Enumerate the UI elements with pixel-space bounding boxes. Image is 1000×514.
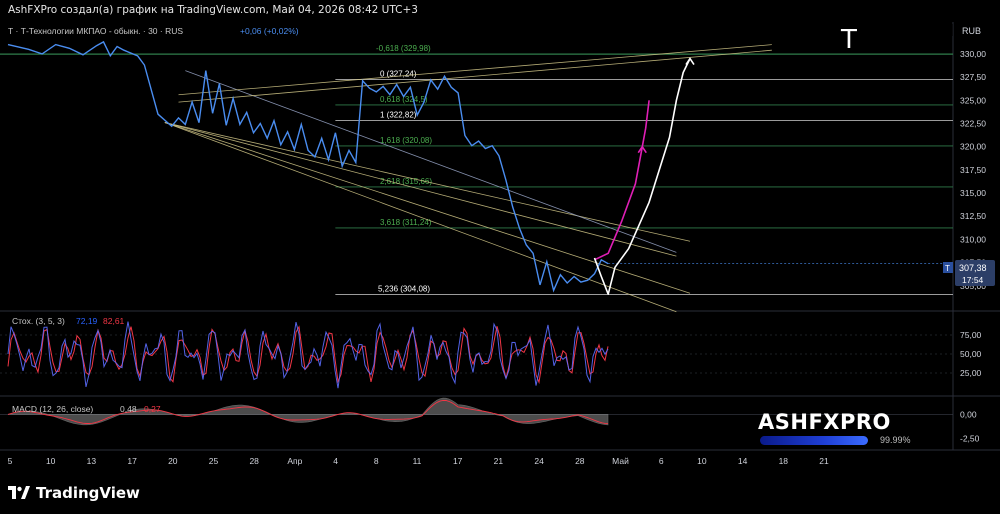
stoch-tick-label: 75,00 [960, 330, 982, 340]
time-axis[interactable]: 5 10 13 17 20 25 28 Апр 4 8 11 17 21 24 28 Май 6 10 14 18 21 [8, 456, 829, 466]
price-tick-label: 330,00 [960, 49, 986, 59]
price-tick-label: 315,00 [960, 188, 986, 198]
ticker-badge: T [840, 25, 857, 55]
brand-name: ASHFXPRO [758, 410, 891, 434]
stoch-d-value: 82,61 [103, 316, 125, 326]
time-tick-label: 18 [779, 456, 789, 466]
symbol-legend: Т · Т-Технологии МКПАО - обыкн. · 30 · R… [8, 26, 183, 36]
price-tick-label: 312,50 [960, 211, 986, 221]
stoch-tick-label: 25,00 [960, 368, 982, 378]
time-tick-label: Апр [287, 456, 302, 466]
time-tick-label: 11 [413, 456, 422, 466]
time-tick-label: 14 [738, 456, 748, 466]
macd-signal-value: 0,27 [144, 404, 161, 414]
time-tick-label: 28 [575, 456, 585, 466]
fib-level-label: 1,618 (320,08) [380, 136, 432, 145]
fib-level-label: 3,618 (311,24) [380, 218, 432, 227]
time-tick-label: 8 [374, 456, 379, 466]
tradingview-logo-icon [8, 486, 30, 499]
brand-progress-bar [760, 436, 868, 445]
last-price-ticker: T [945, 264, 950, 273]
time-tick-label: 6 [659, 456, 664, 466]
time-tick-label: Май [612, 456, 629, 466]
time-tick-label: 10 [46, 456, 56, 466]
time-tick-label: 17 [453, 456, 463, 466]
fib-level-label: -0,618 (329,98) [376, 44, 431, 53]
stoch-tick-label: 50,00 [960, 349, 982, 359]
price-tick-label: 317,50 [960, 165, 986, 175]
time-tick-label: 20 [168, 456, 178, 466]
snapshot-header: AshFXPro создал(а) график на TradingView… [0, 0, 1000, 22]
time-tick-label: 21 [494, 456, 504, 466]
macd-tick-label: -2,50 [960, 433, 980, 443]
time-tick-label: 17 [127, 456, 137, 466]
tradingview-logo[interactable]: TradingView [8, 484, 140, 502]
price-tick-label: 322,50 [960, 118, 986, 128]
macd-tick-label: 0,00 [960, 409, 977, 419]
price-tick-label: 310,00 [960, 234, 986, 244]
watermark-brand: ASHFXPRO 99.99% [758, 410, 918, 445]
macd-value: 0,48 [120, 404, 137, 414]
time-tick-label: 10 [697, 456, 707, 466]
stoch-legend: Стох. (3, 5, 3) [12, 316, 65, 326]
bar-countdown: 17:54 [962, 275, 984, 285]
symbol-change: +0,06 (+0,02%) [240, 26, 299, 36]
time-tick-label: 4 [333, 456, 338, 466]
macd-legend: MACD (12, 26, close) [12, 404, 93, 414]
time-tick-label: 5 [8, 456, 13, 466]
brand-percent: 99.99% [880, 435, 911, 445]
price-tick-label: 320,00 [960, 142, 986, 152]
fib-level-label: 1 (322,82) [380, 111, 417, 120]
tradingview-logo-text: TradingView [36, 484, 140, 502]
price-tick-label: 327,50 [960, 72, 986, 82]
currency-label: RUB [962, 26, 981, 36]
time-tick-label: 13 [87, 456, 97, 466]
stoch-k-value: 72,19 [76, 316, 98, 326]
snapshot-source-line: AshFXPro создал(а) график на TradingView… [8, 4, 418, 16]
last-price-value: 307,38 [959, 263, 987, 273]
time-tick-label: 25 [209, 456, 219, 466]
time-tick-label: 21 [819, 456, 829, 466]
price-tick-label: 325,00 [960, 95, 986, 105]
footer: TradingView [0, 474, 1000, 514]
fib-level-label: 5,236 (304,08) [378, 284, 430, 293]
time-tick-label: 24 [534, 456, 544, 466]
time-tick-label: 28 [249, 456, 259, 466]
